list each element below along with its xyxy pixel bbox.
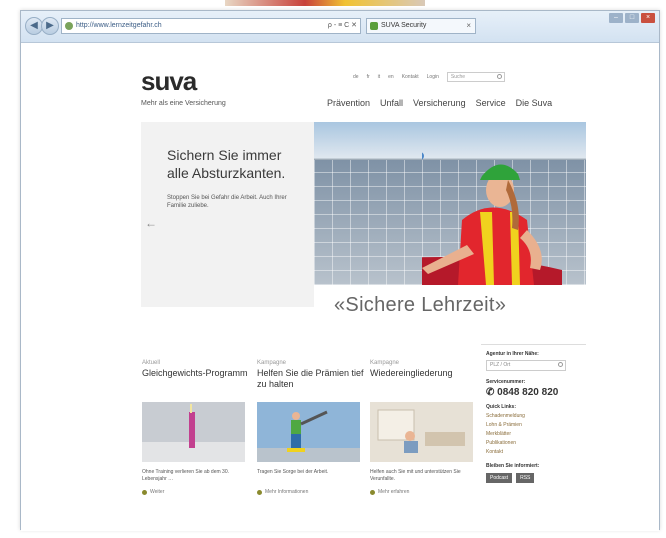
service-phone[interactable]: ✆ 0848 820 820 xyxy=(486,387,586,398)
rehab-room-image[interactable] xyxy=(370,402,473,462)
lang-de-link[interactable]: de xyxy=(353,74,359,80)
teaser-link[interactable]: Mehr erfahren xyxy=(370,489,409,495)
main-nav: Prävention Unfall Versicherung Service D… xyxy=(327,98,552,108)
browser-window: ◀ ▶ http://www.lernzeitgefahr.ch ρ - ≡ C… xyxy=(20,10,660,531)
quick-links-heading: Quick Links: xyxy=(486,404,517,410)
suva-logo[interactable]: suva xyxy=(141,68,197,94)
teaser-kicker: Kampagne xyxy=(257,360,287,366)
quick-link-3[interactable]: Merkblätter xyxy=(486,431,586,437)
search-placeholder: Suche xyxy=(450,74,466,80)
top-photo-strip xyxy=(225,0,425,6)
tab-title: SUVA Security xyxy=(381,22,427,29)
tab-favicon-icon xyxy=(370,22,378,30)
service-heading: Servicenummer: xyxy=(486,379,526,385)
follow-buttons: Podcast RSS xyxy=(486,473,586,483)
close-button[interactable]: × xyxy=(641,13,655,23)
quick-link-5[interactable]: Kontakt xyxy=(486,449,586,455)
teaser-link-label: Weiter xyxy=(150,489,165,495)
worker-photo xyxy=(422,152,562,285)
agency-search-input[interactable]: PLZ / Ort xyxy=(486,360,566,371)
lang-en-link[interactable]: en xyxy=(388,74,394,80)
hero-photo xyxy=(314,122,586,285)
hero-headline: Sichern Sie immer alle Absturzkanten. xyxy=(167,147,286,181)
nav-unfall[interactable]: Unfall xyxy=(380,98,403,108)
hero-subtext: Stoppen Sie bei Gefahr die Arbeit. Auch … xyxy=(167,195,287,209)
teaser-title[interactable]: Gleichgewichts-Programm xyxy=(142,368,252,379)
maximize-button[interactable]: □ xyxy=(625,13,639,23)
web-page: suva Mehr als eine Versicherung de fr it… xyxy=(21,44,659,531)
search-input[interactable]: Suche xyxy=(446,72,505,82)
forward-button[interactable]: ▶ xyxy=(41,17,59,35)
teaser-title[interactable]: Wiedereingliederung xyxy=(370,368,480,379)
previous-slide-icon[interactable]: ← xyxy=(145,216,157,230)
address-tools[interactable]: ρ - ≡ C ✕ xyxy=(328,19,357,33)
teaser-column-2: Kampagne Helfen Sie die Prämien tief zu … xyxy=(257,360,367,390)
bullet-icon xyxy=(257,489,262,495)
teaser-link-label: Mehr Informationen xyxy=(265,489,309,495)
teaser-kicker: Kampagne xyxy=(370,360,400,366)
nav-die-suva[interactable]: Die Suva xyxy=(516,98,553,108)
agency-search-heading: Agentur in Ihrer Nähe: xyxy=(486,351,539,357)
quick-link-2[interactable]: Lohn & Prämien xyxy=(486,422,586,428)
search-icon[interactable] xyxy=(558,362,563,367)
address-url: http://www.lernzeitgefahr.ch xyxy=(76,22,162,29)
teaser-link-label: Mehr erfahren xyxy=(378,489,410,495)
agency-search-placeholder: PLZ / Ort xyxy=(490,362,511,368)
quick-link-4[interactable]: Publikationen xyxy=(486,440,586,446)
browser-toolbar: ◀ ▶ http://www.lernzeitgefahr.ch ρ - ≡ C… xyxy=(21,11,659,43)
address-bar[interactable]: http://www.lernzeitgefahr.ch ρ - ≡ C ✕ xyxy=(61,18,361,34)
hero-caption: «Sichere Lehrzeit» xyxy=(334,294,507,316)
bullet-icon xyxy=(142,489,147,495)
nav-praevention[interactable]: Prävention xyxy=(327,98,370,108)
teaser-text: Helfen auch Sie mit und unterstützen Sie… xyxy=(370,469,461,482)
window-controls: – □ × xyxy=(609,13,655,23)
worker-balance-image[interactable] xyxy=(257,402,360,462)
lang-fr-link[interactable]: fr xyxy=(367,74,370,80)
balance-candle-image[interactable] xyxy=(142,402,245,462)
contact-link[interactable]: Kontakt xyxy=(402,74,419,80)
site-icon xyxy=(65,22,73,30)
search-icon[interactable] xyxy=(496,74,502,79)
teaser-column-3: Kampagne Wiedereingliederung xyxy=(370,360,480,379)
bullet-icon xyxy=(370,489,375,495)
teaser-title[interactable]: Helfen Sie die Prämien tief zu halten xyxy=(257,368,367,390)
podcast-button[interactable]: Podcast xyxy=(486,473,513,483)
nav-versicherung[interactable]: Versicherung xyxy=(413,98,466,108)
teaser-link[interactable]: Mehr Informationen xyxy=(257,489,308,495)
browser-tab[interactable]: SUVA Security × xyxy=(366,18,476,34)
teaser-link[interactable]: Weiter xyxy=(142,489,164,495)
hero-text-panel: Sichern Sie immer alle Absturzkanten. St… xyxy=(141,122,314,307)
lang-it-link[interactable]: it xyxy=(378,74,381,80)
tagline: Mehr als eine Versicherung xyxy=(141,100,226,107)
quick-link-1[interactable]: Schadenmeldung xyxy=(486,413,586,419)
teaser-text: Tragen Sie Sorge bei der Arbeit. xyxy=(257,469,329,475)
tab-close-icon[interactable]: × xyxy=(466,19,471,33)
nav-service[interactable]: Service xyxy=(476,98,506,108)
follow-heading: Bleiben Sie informiert: xyxy=(486,463,540,469)
rss-button[interactable]: RSS xyxy=(516,473,535,483)
teaser-text: Ohne Training verlieren Sie ab dem 30. L… xyxy=(142,469,229,482)
login-link[interactable]: Login xyxy=(427,74,439,80)
utility-nav: de fr it en Kontakt Login Suche xyxy=(353,72,505,82)
sidebar: Agentur in Ihrer Nähe: PLZ / Ort Service… xyxy=(481,344,586,529)
minimize-button[interactable]: – xyxy=(609,13,623,23)
teaser-column-1: Aktuell Gleichgewichts-Programm xyxy=(142,360,252,379)
teaser-kicker: Aktuell xyxy=(142,360,161,366)
